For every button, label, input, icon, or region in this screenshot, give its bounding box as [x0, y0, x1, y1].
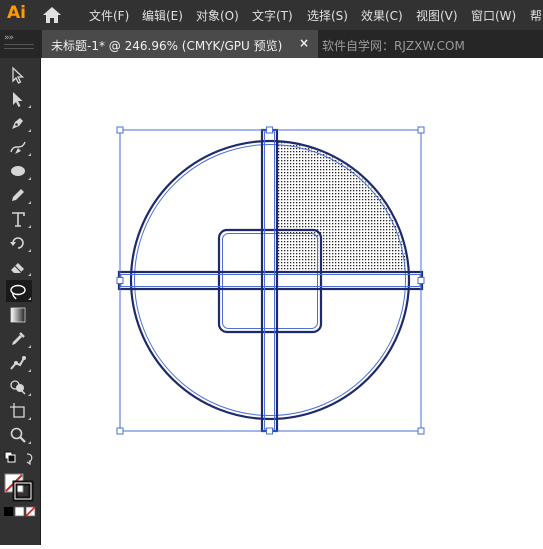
menu-bar: Ai 文件(F) 编辑(E) 对象(O) 文字(T) 选择(S) 效果(C) 视… [0, 0, 543, 30]
puppet-icon[interactable] [6, 352, 32, 374]
menu-effect[interactable]: 效果(C) [361, 7, 403, 24]
arrow-icon[interactable] [6, 64, 32, 86]
color-mode-icon[interactable] [3, 506, 37, 518]
tab-title: 未标题-1* @ 246.96% (CMYK/GPU 预览) [51, 39, 283, 53]
zoom-icon[interactable] [6, 424, 32, 446]
curvature-icon[interactable] [6, 136, 32, 158]
tab-close-icon[interactable]: × [299, 36, 309, 50]
menu-window[interactable]: 窗口(W) [471, 7, 516, 24]
rotate-icon[interactable] [6, 232, 32, 254]
tab-inactive-document[interactable]: 软件自学网：RJZXW.COM [322, 37, 465, 54]
ellipse-icon[interactable] [6, 160, 32, 182]
artboard-icon[interactable] [6, 400, 32, 422]
circle-shape[interactable] [129, 139, 411, 421]
artwork[interactable] [41, 58, 543, 545]
toolbar-grip[interactable] [4, 44, 34, 49]
pen-icon[interactable] [6, 112, 32, 134]
document-tab-bar: »» 未标题-1* @ 246.96% (CMYK/GPU 预览) × 软件自学… [0, 30, 543, 58]
menu-view[interactable]: 视图(V) [416, 7, 458, 24]
eraser-icon[interactable] [6, 256, 32, 278]
app-logo: Ai [7, 3, 26, 23]
white-arrow-icon[interactable] [6, 88, 32, 110]
tools-panel [0, 58, 41, 545]
menu-object[interactable]: 对象(O) [196, 7, 239, 24]
type-icon[interactable] [6, 208, 32, 230]
eyedropper-icon[interactable] [6, 328, 32, 350]
menu-file[interactable]: 文件(F) [89, 7, 129, 24]
menu-type[interactable]: 文字(T) [252, 7, 293, 24]
tab-active-document[interactable]: 未标题-1* @ 246.96% (CMYK/GPU 预览) × [42, 30, 318, 58]
lasso-icon[interactable] [6, 280, 32, 302]
fill-stroke-swatch-icon[interactable] [3, 472, 37, 502]
selection-handles[interactable] [116, 126, 425, 435]
pencil-icon[interactable] [6, 184, 32, 206]
gradient-icon[interactable] [6, 304, 32, 326]
artboard-canvas[interactable] [41, 58, 543, 545]
collapse-toolbar-button[interactable]: »» [4, 33, 14, 43]
menu-edit[interactable]: 编辑(E) [142, 7, 183, 24]
home-icon[interactable] [42, 6, 62, 24]
shape-builder-icon[interactable] [6, 376, 32, 398]
selection-bounding-box [119, 129, 422, 432]
menu-help[interactable]: 帮 [530, 7, 542, 24]
menu-select[interactable]: 选择(S) [307, 7, 348, 24]
